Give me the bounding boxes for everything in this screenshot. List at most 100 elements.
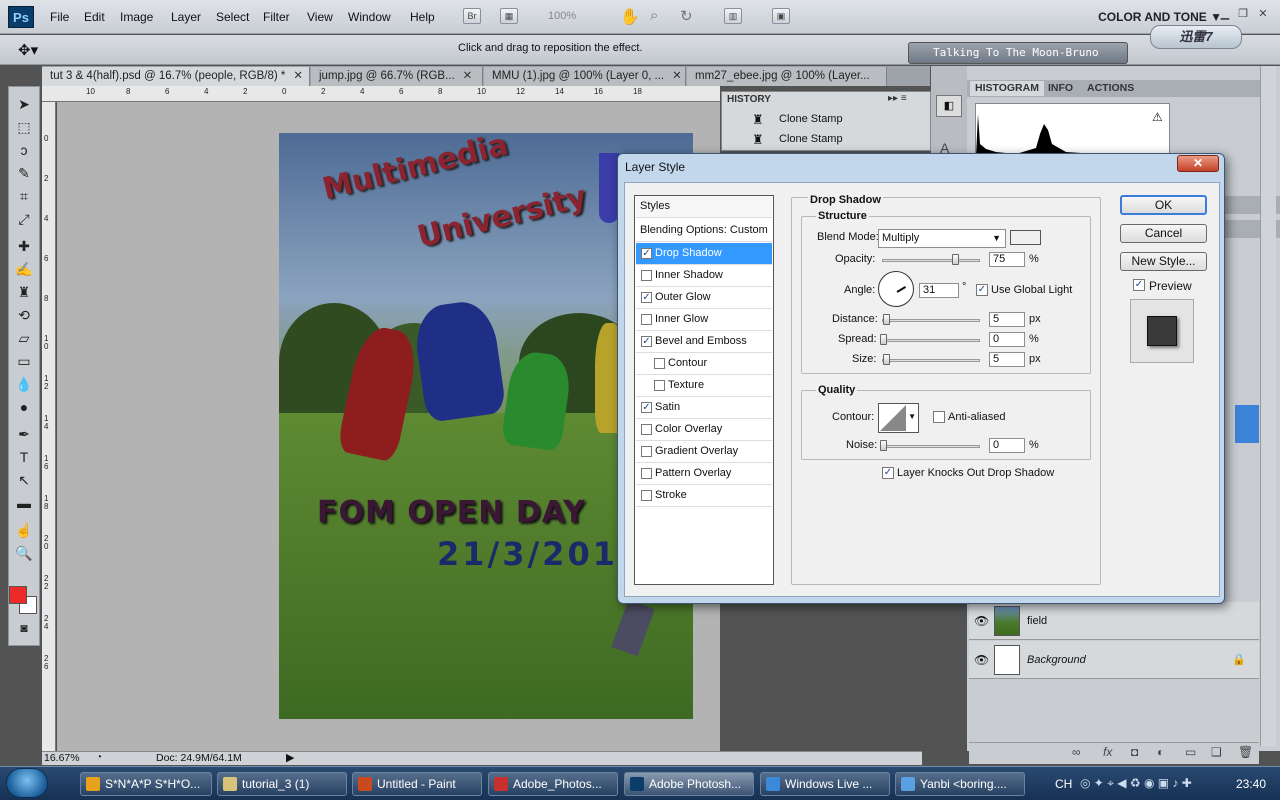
arrange-documents-icon[interactable]: ▥ bbox=[724, 8, 742, 24]
history-panel-icon[interactable]: ◧ bbox=[936, 95, 962, 117]
menu-filter[interactable]: Filter bbox=[263, 10, 290, 24]
adjustment-layer-icon[interactable]: ◐ bbox=[1157, 745, 1164, 759]
delete-layer-icon[interactable]: 🗑 bbox=[1238, 745, 1253, 759]
preview-checkbox[interactable]: ✓ bbox=[1133, 279, 1145, 291]
brush-tool-icon[interactable]: ✍ bbox=[13, 259, 35, 279]
menu-image[interactable]: Image bbox=[120, 10, 153, 24]
blend-mode-select[interactable]: Multiply ▼ bbox=[878, 229, 1006, 248]
new-group-icon[interactable]: ▭ bbox=[1185, 745, 1196, 759]
panel-scrollbar[interactable] bbox=[1260, 66, 1276, 746]
taskbar-item[interactable]: Yanbi <boring.... bbox=[895, 772, 1025, 796]
contour-picker[interactable]: ▼ bbox=[878, 403, 919, 433]
hand-tool-icon[interactable]: ☝ bbox=[13, 520, 35, 540]
gradient-tool-icon[interactable]: ▭ bbox=[13, 351, 35, 371]
type-tool-icon[interactable]: T bbox=[13, 447, 35, 467]
language-indicator[interactable]: CH bbox=[1055, 777, 1072, 791]
zoom-tool-icon[interactable]: 🔍 bbox=[13, 543, 35, 563]
hand-icon[interactable]: ✋ bbox=[620, 7, 640, 27]
distance-field[interactable]: 5 bbox=[989, 312, 1025, 327]
style-checkbox[interactable]: ✓ bbox=[641, 402, 652, 413]
crop-tool-icon[interactable]: ⌗ bbox=[13, 186, 35, 206]
close-tab-icon[interactable]: ✕ bbox=[293, 67, 303, 86]
size-slider-thumb[interactable] bbox=[883, 354, 890, 365]
style-checkbox[interactable]: ✓ bbox=[641, 248, 652, 259]
path-select-icon[interactable]: ↖ bbox=[13, 470, 35, 490]
styles-header[interactable]: Styles bbox=[636, 196, 772, 218]
noise-slider-thumb[interactable] bbox=[880, 440, 887, 451]
distance-slider-thumb[interactable] bbox=[883, 314, 890, 325]
style-checkbox[interactable]: ✓ bbox=[641, 336, 652, 347]
taskbar-item[interactable]: S*N*A*P S*H*O... bbox=[80, 772, 212, 796]
xunlei-badge[interactable]: 迅雷7 bbox=[1150, 25, 1242, 49]
style-item-gradient-overlay[interactable]: Gradient Overlay bbox=[636, 441, 772, 463]
zoom-icon[interactable]: ⌕ bbox=[650, 7, 658, 24]
status-options-icon[interactable]: ◔ bbox=[96, 752, 102, 763]
layer-style-icon[interactable]: fx bbox=[1103, 745, 1112, 759]
size-field[interactable]: 5 bbox=[989, 352, 1025, 367]
taskbar-item[interactable]: Windows Live ... bbox=[760, 772, 890, 796]
tab-mm27[interactable]: mm27_ebee.jpg @ 100% (Layer...✕ bbox=[687, 67, 887, 101]
quick-select-tool-icon[interactable]: ✎ bbox=[13, 163, 35, 183]
dodge-tool-icon[interactable]: ● bbox=[13, 397, 35, 417]
pen-tool-icon[interactable]: ✒ bbox=[13, 424, 35, 444]
screen-mode-menu-icon[interactable]: ▣ bbox=[772, 8, 790, 24]
menu-select[interactable]: Select bbox=[216, 10, 249, 24]
marquee-tool-icon[interactable]: ⬚ bbox=[13, 117, 35, 137]
status-zoom[interactable]: 16.67% bbox=[44, 752, 80, 764]
add-mask-icon[interactable]: ◘ bbox=[1131, 745, 1138, 759]
panel-collapse-icon[interactable]: ▸▸ ≡ bbox=[888, 93, 907, 104]
tab-mmu[interactable]: MMU (1).jpg @ 100% (Layer 0, ... ✕ bbox=[484, 67, 686, 86]
workspace-switcher[interactable]: COLOR AND TONE ▼ bbox=[1098, 10, 1222, 24]
menu-window[interactable]: Window bbox=[348, 10, 391, 24]
status-arrow-icon[interactable]: ▶ bbox=[286, 751, 294, 764]
blur-tool-icon[interactable]: 💧 bbox=[13, 374, 35, 394]
style-item-satin[interactable]: ✓ Satin bbox=[636, 397, 772, 419]
style-checkbox[interactable] bbox=[641, 468, 652, 479]
taskbar-item[interactable]: Untitled - Paint bbox=[352, 772, 482, 796]
style-item-drop-shadow[interactable]: ✓ Drop Shadow bbox=[636, 243, 772, 265]
menu-view[interactable]: View bbox=[307, 10, 333, 24]
eraser-tool-icon[interactable]: ▱ bbox=[13, 328, 35, 348]
minimize-icon[interactable]: ▁ bbox=[1218, 8, 1232, 20]
noise-slider[interactable] bbox=[882, 445, 980, 448]
history-title[interactable]: HISTORY bbox=[727, 94, 771, 105]
menu-layer[interactable]: Layer bbox=[171, 10, 201, 24]
style-checkbox[interactable]: ✓ bbox=[641, 292, 652, 303]
knockout-checkbox[interactable]: ✓ bbox=[882, 467, 894, 479]
clock[interactable]: 23:40 bbox=[1236, 777, 1266, 791]
menu-file[interactable]: File bbox=[50, 10, 69, 24]
dialog-close-button[interactable]: ✕ bbox=[1177, 155, 1219, 172]
angle-dial[interactable] bbox=[878, 271, 914, 307]
taskbar-item[interactable]: Adobe_Photos... bbox=[488, 772, 618, 796]
tab-histogram[interactable]: HISTOGRAM bbox=[970, 81, 1044, 96]
style-item-color-overlay[interactable]: Color Overlay bbox=[636, 419, 772, 441]
history-brush-icon[interactable]: ⟲ bbox=[13, 305, 35, 325]
style-checkbox[interactable] bbox=[641, 424, 652, 435]
global-light-checkbox[interactable]: ✓ bbox=[976, 284, 988, 296]
spread-field[interactable]: 0 bbox=[989, 332, 1025, 347]
quick-mask-icon[interactable]: ◙ bbox=[13, 618, 35, 638]
angle-field[interactable]: 31 bbox=[919, 283, 959, 298]
healing-brush-icon[interactable]: ✚ bbox=[13, 236, 35, 256]
visibility-eye-icon[interactable]: 👁 bbox=[974, 614, 989, 628]
style-item-outer-glow[interactable]: ✓ Outer Glow bbox=[636, 287, 772, 309]
opacity-field[interactable]: 75 bbox=[989, 252, 1025, 267]
ok-button[interactable]: OK bbox=[1120, 195, 1207, 215]
tab-tut3[interactable]: tut 3 & 4(half).psd @ 16.7% (people, RGB… bbox=[42, 67, 310, 86]
cancel-button[interactable]: Cancel bbox=[1120, 224, 1207, 243]
style-item-texture[interactable]: Texture bbox=[636, 375, 772, 397]
anti-aliased-checkbox[interactable] bbox=[933, 411, 945, 423]
shape-tool-icon[interactable]: ▬ bbox=[13, 493, 35, 513]
style-item-inner-shadow[interactable]: Inner Shadow bbox=[636, 265, 772, 287]
style-item-stroke[interactable]: Stroke bbox=[636, 485, 772, 507]
music-player-title[interactable]: Talking To The Moon-Bruno Mars bbox=[908, 42, 1128, 79]
spread-slider[interactable] bbox=[882, 339, 980, 342]
spread-slider-thumb[interactable] bbox=[880, 334, 887, 345]
style-item-inner-glow[interactable]: Inner Glow bbox=[636, 309, 772, 331]
start-button[interactable] bbox=[6, 768, 48, 798]
menu-help[interactable]: Help bbox=[410, 10, 435, 24]
opacity-slider[interactable] bbox=[882, 259, 980, 262]
close-tab-icon[interactable]: ✕ bbox=[672, 67, 682, 86]
size-slider[interactable] bbox=[882, 359, 980, 362]
foreground-color-front[interactable] bbox=[9, 586, 27, 604]
